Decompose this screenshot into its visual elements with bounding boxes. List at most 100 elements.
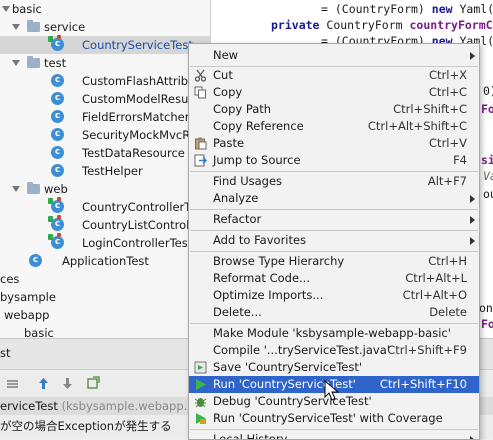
tree-node-label: web (44, 182, 68, 196)
coverage-icon (196, 413, 206, 424)
menu-item-find-usages[interactable]: Find Usages Alt+F7 (189, 173, 479, 190)
tree-node-class[interactable]: c SecurityMockMvcRes (0, 126, 210, 144)
submenu-arrow-icon (470, 237, 475, 245)
tree-node-label: FieldErrorsMatchers (82, 110, 196, 124)
menu-separator (190, 230, 478, 231)
menu-item-copy[interactable]: Copy Ctrl+C (189, 84, 479, 101)
menu-item-refactor[interactable]: Refactor (189, 211, 479, 228)
tree-node-basic[interactable]: basic (0, 0, 210, 18)
collapse-all-icon[interactable] (6, 377, 19, 390)
tree-node-label: bysample (0, 290, 56, 304)
expand-arrow-icon[interactable] (12, 60, 20, 66)
jump-to-source-icon (194, 154, 207, 167)
code-fragment: ou (483, 187, 493, 201)
code-fragment: si (481, 153, 493, 167)
run-config-icon (194, 361, 207, 374)
tree-node-class[interactable]: c ApplicationTest (0, 252, 210, 270)
tree-node-label: TestDataResource (82, 146, 185, 160)
tree-node-label: ApplicationTest (62, 254, 149, 268)
paste-icon (195, 137, 207, 150)
tree-node-class[interactable]: c CountryListControlle (0, 215, 210, 234)
class-icon: c (51, 74, 64, 87)
menu-item-run-with-coverage[interactable]: Run 'CountryServiceTest' with Coverage (189, 410, 479, 427)
class-icon: c (51, 92, 64, 105)
tree-node-class[interactable]: c TestHelper (0, 162, 210, 180)
tree-node-test[interactable]: test (0, 54, 210, 72)
tree-node-label: basic (24, 326, 54, 338)
menu-item-compile[interactable]: Compile '...tryServiceTest.java' Ctrl+Shi… (189, 342, 479, 359)
menu-item-add-to-favorites[interactable]: Add to Favorites (189, 232, 479, 249)
tree-node-module[interactable]: basic (0, 324, 210, 338)
menu-item-new[interactable]: New (189, 47, 479, 64)
code-line: private CountryForm countryFormCo (271, 18, 493, 32)
menu-separator (190, 323, 478, 324)
menu-item-copy-path[interactable]: Copy Path Ctrl+Shift+C (189, 101, 479, 118)
expand-arrow-icon[interactable] (12, 24, 20, 30)
project-tree[interactable]: basic service c CountryServiceTest test … (0, 0, 210, 338)
submenu-arrow-icon (470, 436, 475, 439)
tree-node-package[interactable]: bysample (0, 288, 210, 306)
menu-item-delete[interactable]: Delete... Delete (189, 304, 479, 321)
class-icon: c (51, 146, 64, 159)
menu-separator (190, 209, 478, 210)
tree-node-class[interactable]: c LoginControllerTest (0, 233, 210, 252)
tree-node-label: CustomFlashAttribut (82, 74, 200, 88)
submenu-arrow-icon (470, 52, 475, 60)
expand-arrow-icon[interactable] (2, 6, 10, 12)
tree-node-country-service-test[interactable]: c CountryServiceTest (0, 35, 210, 54)
debug-icon (194, 398, 207, 408)
menu-separator (190, 429, 478, 430)
tree-node-class[interactable]: c FieldErrorsMatchers (0, 108, 210, 126)
tree-node-resources[interactable]: ces (0, 270, 210, 288)
tree-node-label: basic (12, 2, 42, 16)
submenu-arrow-icon (470, 195, 475, 203)
tree-node-label: CustomModelResultH (82, 92, 205, 106)
menu-item-copy-reference[interactable]: Copy Reference Ctrl+Alt+Shift+C (189, 118, 479, 135)
copy-icon (194, 86, 206, 99)
arrow-up-icon[interactable] (37, 377, 50, 390)
menu-item-jump-to-source[interactable]: Jump to Source F4 (189, 152, 479, 169)
test-class-icon: c (48, 197, 64, 213)
arrow-down-icon[interactable] (61, 377, 74, 390)
code-fragment: on) (479, 301, 493, 315)
tree-node-label: webapp (4, 308, 50, 322)
menu-item-browse-type-hierarchy[interactable]: Browse Type Hierarchy Ctrl+H (189, 253, 479, 270)
menu-separator (190, 251, 478, 252)
menu-item-make-module[interactable]: Make Module 'ksbysample-webapp-basic' (189, 325, 479, 342)
class-icon: c (51, 164, 64, 177)
menu-item-save-config[interactable]: Save 'CountryServiceTest' (189, 359, 479, 376)
class-icon: c (51, 110, 64, 123)
menu-item-cut[interactable]: Cut Ctrl+X (189, 67, 479, 84)
test-method-name: が空の場合Exceptionが発生する (0, 419, 172, 433)
tree-node-class[interactable]: c CustomModelResultH (0, 90, 210, 108)
tree-node-module[interactable]: webapp (0, 306, 210, 324)
submenu-arrow-icon (470, 216, 475, 224)
test-class-name: erviceTest (0, 399, 58, 413)
folder-icon (27, 56, 40, 68)
tree-node-service[interactable]: service (0, 18, 210, 36)
tree-node-class[interactable]: c TestDataResource (0, 144, 210, 162)
menu-item-reformat-code[interactable]: Reformat Code... Ctrl+Alt+L (189, 270, 479, 287)
tree-node-class[interactable]: c CountryControllerTes (0, 197, 210, 216)
tree-node-web[interactable]: web (0, 180, 210, 198)
code-line: = (CountryForm) new Yaml().lo (321, 2, 493, 16)
menu-item-local-history[interactable]: Local History (189, 431, 479, 439)
tree-node-label: test (44, 56, 67, 70)
class-icon: c (51, 128, 64, 141)
menu-item-paste[interactable]: Paste Ctrl+V (189, 135, 479, 152)
tree-node-class[interactable]: c CustomFlashAttribut (0, 72, 210, 90)
export-icon[interactable] (87, 376, 100, 389)
run-tab-label[interactable]: st (0, 346, 11, 360)
menu-separator (190, 171, 478, 172)
tree-node-label: TestHelper (82, 164, 143, 178)
test-class-icon: c (48, 35, 64, 51)
code-fragment: Fo (481, 317, 493, 331)
expand-arrow-icon[interactable] (12, 186, 20, 192)
tree-node-label: CountryListControlle (82, 218, 200, 232)
scissors-icon (194, 69, 207, 82)
tree-node-label: CountryServiceTest (82, 38, 193, 52)
test-class-icon: c (48, 215, 64, 231)
tree-node-label: CountryControllerTes (82, 200, 203, 214)
menu-item-optimize-imports[interactable]: Optimize Imports... Ctrl+Alt+O (189, 287, 479, 304)
menu-item-analyze[interactable]: Analyze (189, 190, 479, 207)
